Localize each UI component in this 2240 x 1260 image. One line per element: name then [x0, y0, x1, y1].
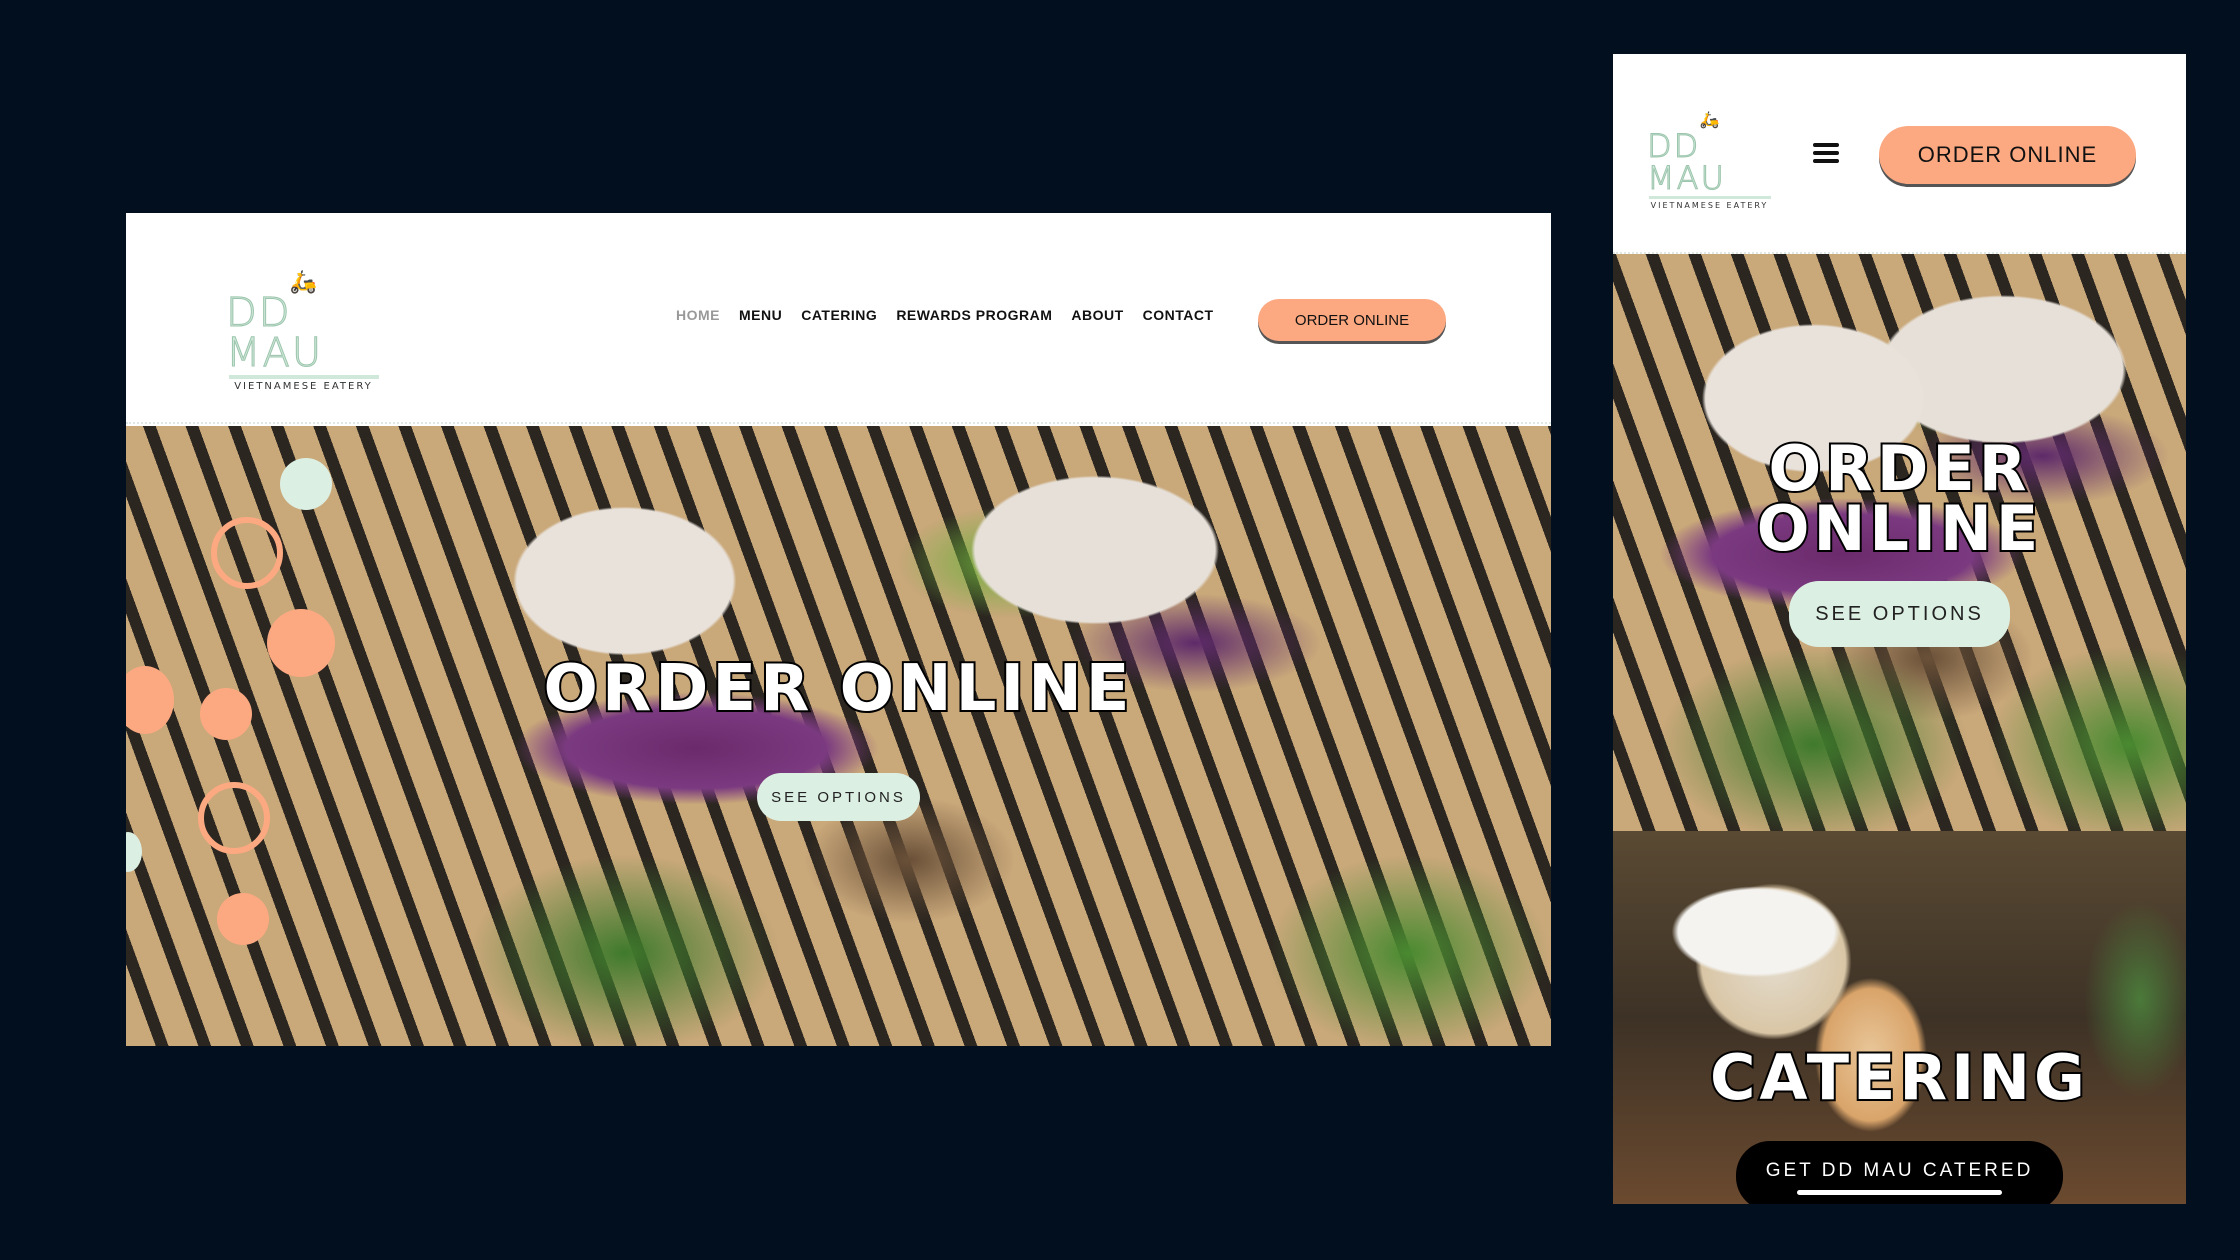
order-online-button[interactable]: ORDER ONLINE [1258, 299, 1446, 341]
hero-image: ORDER ONLINE SEE OPTIONS [126, 426, 1551, 1046]
decor-circle [217, 893, 269, 945]
nav-catering[interactable]: CATERING [801, 307, 877, 323]
decor-circle [126, 832, 142, 872]
button-underline [1797, 1190, 2002, 1195]
logo-tagline: VIETNAMESE EATERY [1650, 201, 1769, 210]
logo-bar [1648, 196, 1771, 199]
logo-mascot-icon: 🛵 [289, 269, 318, 294]
desktop-mockup: 🛵 DD MAU VIETNAMESE EATERY HOME MENU CAT… [126, 213, 1551, 1046]
logo[interactable]: 🛵 DD MAU VIETNAMESE EATERY [226, 271, 381, 392]
catering-image: CATERING GET DD MAU CATERED [1613, 831, 2186, 1204]
logo-mascot-icon: 🛵 [1699, 112, 1720, 129]
logo-tagline: VIETNAMESE EATERY [234, 381, 373, 392]
mobile-mockup: 🛵 DD MAU VIETNAMESE EATERY ORDER ONLINE … [1613, 54, 2186, 1204]
see-options-button[interactable]: SEE OPTIONS [757, 773, 920, 821]
title-line: ONLINE [1755, 492, 2043, 565]
desktop-header: 🛵 DD MAU VIETNAMESE EATERY HOME MENU CAT… [126, 213, 1551, 424]
catering-title: CATERING [1708, 1039, 2089, 1116]
mobile-hero-image: ORDER ONLINE SEE OPTIONS [1613, 254, 2186, 831]
mobile-header: 🛵 DD MAU VIETNAMESE EATERY ORDER ONLINE [1613, 54, 2186, 254]
title-line: ORDER [1766, 432, 2031, 505]
decor-ring [198, 782, 270, 854]
get-catered-button[interactable]: GET DD MAU CATERED [1736, 1141, 2063, 1204]
nav-contact[interactable]: CONTACT [1143, 307, 1214, 323]
decor-circle [280, 458, 332, 510]
logo-bar [228, 375, 379, 379]
hamburger-icon[interactable] [1813, 143, 1839, 163]
nav-rewards[interactable]: REWARDS PROGRAM [896, 307, 1052, 323]
get-catered-label: GET DD MAU CATERED [1765, 1160, 2034, 1181]
mobile-order-online-button[interactable]: ORDER ONLINE [1879, 126, 2136, 184]
mobile-logo[interactable]: 🛵 DD MAU VIETNAMESE EATERY [1647, 112, 1772, 210]
nav-menu[interactable]: MENU [739, 307, 782, 323]
main-nav: HOME MENU CATERING REWARDS PROGRAM ABOUT… [676, 307, 1214, 323]
nav-about[interactable]: ABOUT [1071, 307, 1123, 323]
mobile-see-options-button[interactable]: SEE OPTIONS [1789, 581, 2010, 647]
mobile-hero-title: ORDER ONLINE [1613, 432, 2186, 565]
hero-title: ORDER ONLINE [542, 650, 1134, 728]
decor-ring [211, 517, 283, 589]
nav-home[interactable]: HOME [676, 307, 720, 323]
